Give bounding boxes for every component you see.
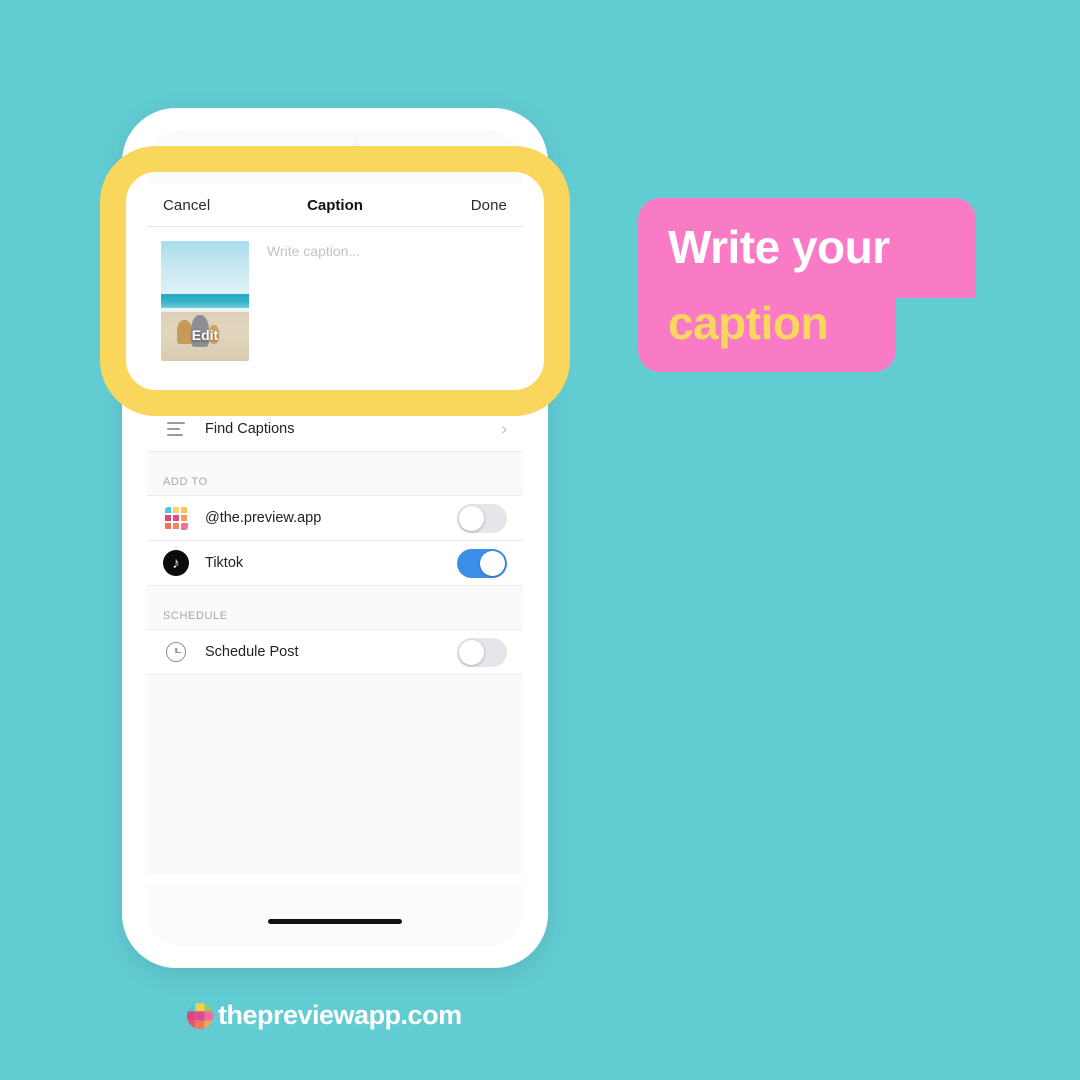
schedule-label: SCHEDULE bbox=[163, 610, 228, 622]
instagram-toggle[interactable] bbox=[457, 503, 507, 533]
clock-icon bbox=[163, 639, 189, 665]
thumbnail-sky bbox=[161, 241, 249, 294]
instagram-grid-icon bbox=[163, 505, 189, 531]
schedule-post-label: Schedule Post bbox=[205, 644, 299, 660]
cancel-button[interactable]: Cancel bbox=[163, 197, 210, 214]
brand-footer: thepreviewapp.com bbox=[186, 1000, 462, 1031]
add-to-instagram-row[interactable]: @the.preview.app bbox=[147, 496, 523, 541]
add-to-tiktok-row[interactable]: ♪ Tiktok bbox=[147, 541, 523, 586]
page-title: Caption bbox=[307, 196, 363, 214]
tiktok-icon: ♪ bbox=[163, 550, 189, 576]
done-button[interactable]: Done bbox=[471, 197, 507, 214]
edit-overlay-label[interactable]: Edit bbox=[161, 327, 249, 343]
caption-compose-area: Edit Write caption... bbox=[147, 227, 523, 407]
empty-area bbox=[147, 675, 523, 875]
schedule-section-header: SCHEDULE bbox=[147, 586, 523, 630]
callout-bubble: Write your caption bbox=[638, 198, 976, 372]
phone-mockup: Cancel Caption Done Edit Write caption..… bbox=[122, 108, 548, 968]
caption-input[interactable]: Write caption... bbox=[249, 241, 509, 406]
tiktok-label: Tiktok bbox=[205, 555, 244, 571]
callout-line-2: caption bbox=[668, 297, 829, 349]
brand-text: thepreviewapp.com bbox=[218, 1000, 462, 1030]
tiktok-toggle[interactable] bbox=[457, 548, 507, 578]
home-indicator bbox=[268, 919, 402, 924]
schedule-post-row[interactable]: Schedule Post bbox=[147, 630, 523, 675]
add-to-label: ADD TO bbox=[163, 476, 208, 488]
find-captions-row[interactable]: Find Captions › bbox=[147, 407, 523, 452]
preview-grid-logo bbox=[186, 1002, 214, 1030]
text-lines-icon bbox=[163, 416, 189, 442]
instagram-account-label: @the.preview.app bbox=[205, 510, 322, 526]
post-thumbnail[interactable]: Edit bbox=[161, 241, 249, 361]
find-captions-label: Find Captions bbox=[205, 421, 295, 437]
caption-app-screen: Cancel Caption Done Edit Write caption..… bbox=[147, 184, 523, 884]
schedule-post-toggle[interactable] bbox=[457, 637, 507, 667]
front-camera-icon bbox=[350, 143, 362, 154]
chevron-right-icon: › bbox=[501, 419, 507, 438]
phone-screen: Cancel Caption Done Edit Write caption..… bbox=[147, 130, 523, 946]
callout-line-1: Write your bbox=[668, 221, 890, 273]
navbar: Cancel Caption Done bbox=[147, 184, 523, 227]
add-to-section-header: ADD TO bbox=[147, 452, 523, 496]
